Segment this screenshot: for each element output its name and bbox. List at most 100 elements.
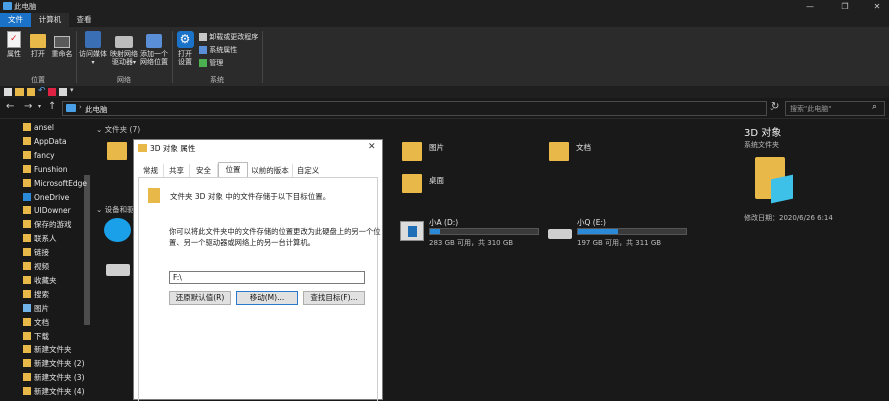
nav-item[interactable]: 新建文件夹 (3)	[34, 371, 85, 384]
tab-customize[interactable]: 自定义	[293, 164, 323, 177]
folder-icon	[23, 220, 31, 229]
minimize-button[interactable]: —	[799, 0, 821, 13]
folder-icon	[23, 150, 31, 159]
nav-item[interactable]: OneDrive	[34, 191, 69, 204]
drive-icon	[548, 229, 572, 239]
computer-icon	[66, 104, 76, 112]
system-properties-button[interactable]: 系统属性	[199, 45, 237, 55]
folder-icon[interactable]	[27, 88, 35, 96]
desktop-folder-icon	[402, 174, 422, 193]
tab-previous-versions[interactable]: 以前的版本	[248, 164, 293, 177]
rename-icon	[54, 36, 70, 48]
folder-icon	[23, 123, 31, 131]
location-path-input[interactable]: F:\	[169, 271, 365, 284]
details-pane: 3D 对象 系统文件夹 修改日期：2020/6/26 6:14	[739, 119, 889, 400]
drive-d-usage-bar	[429, 228, 539, 235]
maximize-button[interactable]: ❐	[834, 0, 856, 13]
uninstall-program-button[interactable]: 卸载或更改程序	[199, 32, 258, 42]
move-button[interactable]: 移动(M)...	[236, 291, 298, 305]
details-title: 3D 对象	[744, 128, 782, 139]
folder-icon	[23, 359, 31, 368]
folder-icon	[23, 373, 31, 382]
open-button[interactable]: 打开	[27, 31, 49, 58]
close-button[interactable]: ✕	[866, 0, 888, 13]
video-app-icon[interactable]	[104, 218, 131, 242]
new-folder-icon[interactable]	[15, 88, 24, 96]
refresh-icon[interactable]: ↻	[771, 101, 779, 112]
dialog-close-button[interactable]: ✕	[368, 142, 376, 152]
manage-button[interactable]: 管理	[199, 58, 223, 68]
access-media-button[interactable]: 访问媒体▾	[78, 31, 108, 67]
forward-arrow-icon[interactable]: →	[24, 101, 32, 112]
ribbon-divider	[262, 31, 263, 83]
folders-section-header[interactable]: ⌄ 文件夹 (7)	[96, 124, 140, 135]
properties-icon[interactable]	[4, 88, 12, 96]
breadcrumb-chevron-icon[interactable]: ›	[79, 103, 82, 111]
rename-button[interactable]: 重命名	[50, 31, 74, 58]
nav-item[interactable]: 收藏夹	[34, 274, 57, 287]
delete-icon[interactable]	[48, 88, 56, 96]
drive-icon[interactable]	[106, 264, 130, 276]
tab-general[interactable]: 常规	[138, 164, 164, 177]
nav-item[interactable]: 文档	[34, 316, 49, 329]
nav-item[interactable]: 新建文件夹 (2)	[34, 357, 85, 370]
map-network-drive-button[interactable]: 映射网络 驱动器▾	[108, 31, 140, 67]
breadcrumb-this-pc[interactable]: 此电脑	[85, 104, 108, 115]
open-settings-button[interactable]: ⚙ 打开 设置	[174, 31, 196, 66]
pictures-folder-icon	[402, 142, 422, 161]
nav-item[interactable]: UIDowner	[34, 204, 71, 217]
search-placeholder: 搜索"此电脑"	[790, 105, 832, 113]
3d-objects-large-icon	[755, 157, 795, 207]
search-box[interactable]: 搜索"此电脑" ⌕	[785, 101, 885, 116]
nav-item[interactable]: AppData	[34, 135, 67, 148]
tab-view[interactable]: 查看	[69, 13, 99, 27]
program-icon	[199, 33, 207, 41]
computer-icon	[3, 2, 12, 10]
nav-item[interactable]: ansel	[34, 121, 54, 134]
nav-item[interactable]: Funshion	[34, 163, 68, 176]
up-arrow-icon[interactable]: ↑	[48, 101, 56, 112]
nav-item[interactable]: 新建文件夹 (4)	[34, 385, 85, 398]
group-network-label: 网络	[117, 76, 131, 84]
documents-folder-icon	[549, 142, 569, 161]
find-target-button[interactable]: 查找目标(F)...	[303, 291, 365, 305]
nav-item[interactable]: 链接	[34, 246, 49, 259]
address-bar[interactable]: › 此电脑 ⌄	[62, 101, 775, 116]
tab-file[interactable]: 文件	[0, 13, 31, 27]
rename-icon[interactable]	[59, 88, 67, 96]
nav-item[interactable]: MicrosoftEdge	[34, 177, 87, 190]
add-network-location-button[interactable]: 添加一个 网络位置	[139, 31, 169, 66]
nav-item[interactable]: fancy	[34, 149, 55, 162]
tab-computer[interactable]: 计算机	[31, 13, 69, 27]
recent-locations-icon[interactable]: ▾	[38, 103, 41, 110]
ribbon: ✓ 属性 打开 重命名 位置 访问媒体▾ 映射网络 驱动器▾ 添加一个 网络位置…	[0, 27, 889, 86]
quick-access-toolbar: ↶ ▾	[0, 86, 889, 98]
tab-location[interactable]: 位置	[218, 162, 248, 177]
restore-default-button[interactable]: 还原默认值(R)	[169, 291, 231, 305]
nav-item[interactable]: 联系人	[34, 232, 57, 245]
back-arrow-icon[interactable]: ←	[6, 101, 14, 112]
search-icon[interactable]: ⌕	[872, 102, 877, 112]
nav-item[interactable]: 新建文件夹	[34, 343, 72, 356]
dialog-title: 3D 对象 属性	[150, 144, 196, 153]
nav-item[interactable]: 搜索	[34, 288, 49, 301]
folder-icon	[23, 136, 31, 145]
folder-icon	[23, 303, 31, 312]
tab-security[interactable]: 安全	[190, 164, 218, 177]
nav-item[interactable]: 图片	[34, 302, 49, 315]
customize-toolbar-icon[interactable]: ▾	[70, 86, 74, 94]
properties-dialog: 3D 对象 属性 ✕ 常规 共享 安全 位置 以前的版本 自定义 文件夹 3D …	[133, 139, 383, 401]
nav-scrollbar-thumb[interactable]	[84, 175, 90, 325]
cloud-icon	[23, 192, 31, 201]
folder-icon	[23, 248, 31, 257]
folder-icon	[23, 164, 31, 173]
folder-icon	[23, 275, 31, 284]
3d-objects-folder-icon[interactable]	[107, 142, 127, 160]
properties-button[interactable]: ✓ 属性	[3, 31, 25, 58]
undo-icon[interactable]: ↶	[38, 86, 46, 96]
details-subtitle: 系统文件夹	[744, 141, 779, 149]
nav-item[interactable]: 保存的游戏	[34, 218, 72, 231]
nav-item[interactable]: 视频	[34, 260, 49, 273]
tab-sharing[interactable]: 共享	[164, 164, 190, 177]
nav-item[interactable]: 下载	[34, 330, 49, 343]
